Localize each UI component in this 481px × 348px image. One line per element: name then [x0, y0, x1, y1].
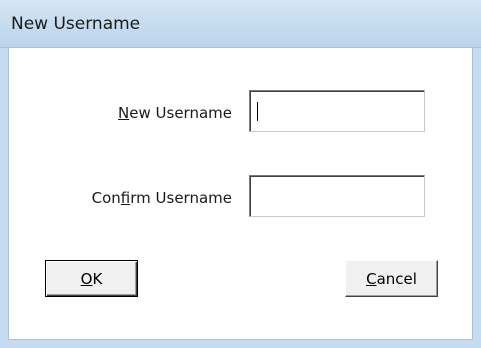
text-cursor [257, 102, 258, 121]
cancel-button[interactable]: Cancel [345, 260, 438, 297]
dialog-body-frame: New Username Confirm Username OK Cancel [8, 48, 473, 340]
cancel-button-label: ancel [376, 269, 417, 288]
dialog-body: New Username Confirm Username OK Cancel [0, 48, 481, 348]
window-title: New Username [11, 14, 141, 34]
new-username-label-post: ew Username [129, 104, 232, 122]
new-username-dialog: New Username New Username Confirm Userna… [0, 0, 481, 348]
ok-button[interactable]: OK [45, 260, 138, 297]
confirm-username-label-mnemonic: f [120, 189, 131, 207]
ok-button-mnemonic: O [80, 269, 93, 288]
new-username-label: New Username [118, 104, 232, 122]
new-username-input[interactable] [249, 90, 425, 132]
confirm-username-label: Confirm Username [92, 189, 232, 207]
confirm-username-label-post: irm Username [130, 189, 232, 207]
new-username-label-mnemonic: N [118, 104, 130, 122]
confirm-username-label-pre: Con [91, 189, 121, 207]
confirm-username-input[interactable] [249, 175, 425, 217]
title-bar[interactable]: New Username [0, 0, 481, 48]
cancel-button-mnemonic: C [366, 269, 377, 288]
ok-button-label: K [92, 269, 103, 288]
